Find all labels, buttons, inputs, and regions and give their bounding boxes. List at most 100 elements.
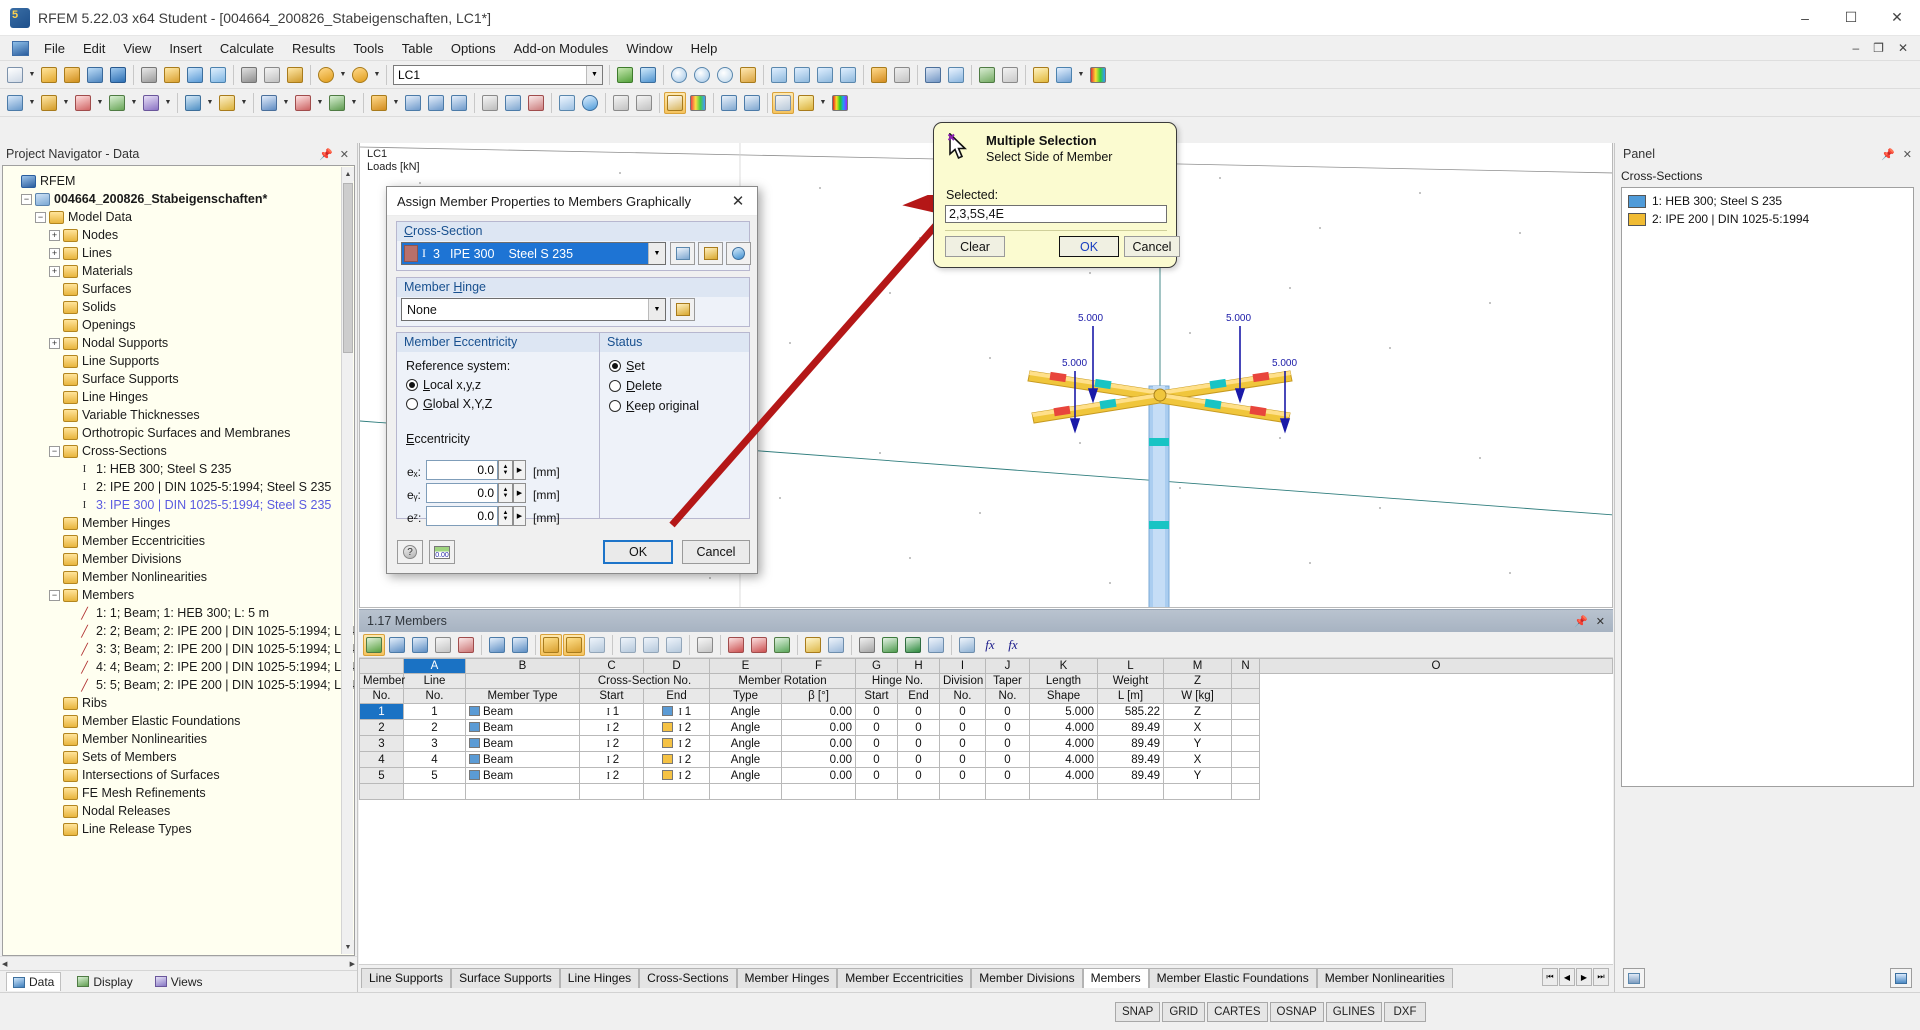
col-letter-a[interactable]: A (403, 658, 466, 674)
cell-empty[interactable] (1097, 783, 1164, 800)
results-display-icon[interactable] (772, 91, 794, 114)
cell-empty[interactable] (359, 783, 404, 800)
status-toggle-osnap[interactable]: OSNAP (1269, 1001, 1324, 1022)
open-file-icon[interactable] (38, 64, 60, 86)
new-node-icon[interactable] (4, 92, 26, 114)
section-icon[interactable] (525, 92, 547, 114)
table-undo-icon[interactable] (540, 633, 562, 656)
calculate-all-icon[interactable] (637, 64, 659, 86)
table-layout-icon[interactable] (802, 634, 824, 656)
radio-set-icon[interactable] (609, 360, 621, 372)
tree-item[interactable]: Nodal Releases (7, 802, 354, 820)
zoom-window-icon[interactable] (691, 64, 713, 86)
cell-empty[interactable] (709, 783, 782, 800)
cell-cs-end[interactable]: I1 (643, 703, 710, 720)
results-table-icon[interactable] (1030, 64, 1052, 86)
cell-taper-shape[interactable]: 0 (985, 767, 1030, 784)
table-print-icon[interactable] (856, 634, 878, 656)
redo-dropdown-icon[interactable]: ▼ (372, 64, 382, 86)
cell-comment[interactable] (1231, 767, 1260, 784)
cell-taper-shape[interactable]: 0 (985, 719, 1030, 736)
row-header[interactable]: 5 (359, 767, 404, 784)
cell-rotation-type[interactable]: Angle (709, 719, 782, 736)
close-icon[interactable]: ✕ (340, 148, 349, 161)
deformation-dropdown-icon[interactable]: ▼ (1076, 64, 1086, 86)
cell-rotation-type[interactable]: Angle (709, 751, 782, 768)
rainbow-scale-icon[interactable] (829, 92, 851, 114)
assign-member-properties-icon[interactable] (368, 92, 390, 114)
new-solid-dropdown-icon[interactable]: ▼ (163, 92, 173, 114)
new-surface-load-dropdown-icon[interactable]: ▼ (349, 92, 359, 114)
measure-icon[interactable] (479, 92, 501, 114)
table-grid[interactable]: A B C D E F G H I J K L M N O Member Lin… (359, 658, 1613, 964)
tree-item[interactable]: Line Release Types (7, 820, 354, 838)
grid-tab-surface-supports[interactable]: Surface Supports (451, 968, 560, 988)
chevron-down-icon[interactable]: ▼ (648, 243, 665, 264)
cell-member-type[interactable]: Beam (465, 735, 580, 752)
cell-line-no[interactable]: 2 (403, 719, 466, 736)
cell-hinge-start[interactable]: 0 (855, 735, 898, 752)
cell-length[interactable]: 5.000 (1029, 703, 1098, 720)
navigator-tab-views[interactable]: Views (149, 973, 209, 991)
grid-tab-line-hinges[interactable]: Line Hinges (559, 968, 640, 988)
table-add-icon[interactable] (617, 634, 639, 656)
cell-member-type[interactable]: Beam (465, 703, 580, 720)
tree-item[interactable]: Line Hinges (7, 388, 354, 406)
visibility-icon[interactable] (945, 64, 967, 86)
col-letter-k[interactable]: K (1029, 658, 1098, 674)
snap-icon[interactable] (718, 92, 740, 114)
new-line-icon[interactable] (38, 92, 60, 114)
info-icon[interactable] (579, 92, 601, 114)
cell-member-type[interactable]: Beam (465, 719, 580, 736)
cross-section-library-button[interactable] (670, 242, 695, 265)
zoom-previous-icon[interactable] (714, 64, 736, 86)
navigator-tree[interactable]: RFEM −004664_200826_Stabeigenschaften* − Mo… (2, 165, 355, 956)
display-properties-icon[interactable] (922, 64, 944, 86)
paste-icon[interactable] (284, 64, 306, 86)
mdi-close-button[interactable]: ✕ (1892, 41, 1914, 55)
dimension-icon[interactable] (502, 92, 524, 114)
tree-item[interactable]: + Nodes (7, 226, 354, 244)
row-header[interactable]: 1 (359, 703, 404, 720)
tree-item[interactable]: Intersections of Surfaces (7, 766, 354, 784)
cell-cs-end[interactable]: I2 (643, 719, 710, 736)
grid-tab-member-nonlinearities[interactable]: Member Nonlinearities (1316, 968, 1453, 988)
tree-item[interactable]: Variable Thicknesses (7, 406, 354, 424)
new-surface-icon[interactable] (106, 92, 128, 114)
cell-beta[interactable]: 0.00 (781, 735, 856, 752)
table-prev-icon[interactable] (486, 634, 508, 656)
cell-hinge-end[interactable]: 0 (897, 719, 940, 736)
menu-item-tools[interactable]: Tools (344, 38, 392, 59)
tree-item[interactable]: Solids (7, 298, 354, 316)
move-copy-icon[interactable] (402, 92, 424, 114)
cell-empty[interactable] (897, 783, 940, 800)
new-nodal-load-icon[interactable] (258, 92, 280, 114)
cell-z[interactable]: Y (1163, 735, 1232, 752)
ex-next-button[interactable]: ▶ (513, 460, 526, 480)
print-preview-icon[interactable] (184, 64, 206, 86)
mdi-restore-button[interactable]: ❐ (1867, 41, 1890, 55)
status-toggle-grid[interactable]: GRID (1162, 1001, 1206, 1022)
pin-icon[interactable]: 📌 (1881, 148, 1895, 161)
col-letter-o[interactable]: O (1259, 658, 1613, 674)
table-redo-icon[interactable] (563, 633, 585, 656)
cell-line-no[interactable]: 1 (403, 703, 466, 720)
grid-tab-member-eccentricities[interactable]: Member Eccentricities (837, 968, 972, 988)
table-function-icon[interactable]: fx (1002, 634, 1024, 656)
table-row-empty[interactable] (359, 783, 1613, 800)
cell-hinge-end[interactable]: 0 (897, 767, 940, 784)
cell-empty[interactable] (403, 783, 466, 800)
copy-icon[interactable] (261, 64, 283, 86)
table-row[interactable]: 3 3 Beam I 2 I 2 Angle 0.00 0 0 0 0 4.000 89.49 Y (359, 735, 1613, 752)
cell-hinge-end[interactable]: 0 (897, 751, 940, 768)
cell-division-no[interactable]: 0 (939, 703, 986, 720)
radio-keep-icon[interactable] (609, 400, 621, 412)
table-export-icon[interactable] (879, 634, 901, 656)
cell-cs-start[interactable]: I1 (579, 703, 644, 720)
cell-cs-start[interactable]: I2 (579, 719, 644, 736)
new-file-icon[interactable] (4, 64, 26, 86)
tree-item[interactable]: ╱ 3: 3; Beam; 2: IPE 200 | DIN 1025-5:199… (7, 640, 354, 658)
dialog-close-button[interactable]: ✕ (723, 188, 753, 215)
dialog-ok-button[interactable]: OK (603, 540, 673, 564)
table-grid-icon[interactable] (925, 634, 947, 656)
